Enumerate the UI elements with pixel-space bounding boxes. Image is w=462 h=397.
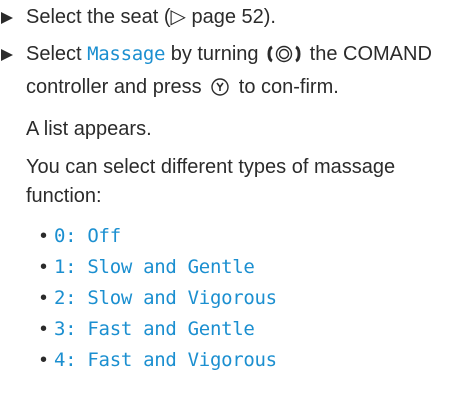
step-arrow-icon: [0, 3, 26, 32]
step2-text-select: Select: [26, 43, 88, 65]
option-label: 1: Slow and Gentle: [54, 256, 255, 278]
bullet: •: [40, 349, 47, 371]
step1-text-before: Select the seat (: [26, 6, 171, 28]
step1-text-after: ).: [263, 6, 276, 28]
bullet: •: [40, 225, 47, 247]
bullet: •: [40, 318, 47, 340]
controller-turn-icon: [266, 44, 302, 73]
option-label: 4: Fast and Vigorous: [54, 349, 277, 371]
option-fast-gentle: • 3: Fast and Gentle: [40, 314, 462, 345]
intro-text: You can select different types of massag…: [26, 156, 396, 207]
instruction-page: Select the seat (▷ page 52). Select Mass…: [0, 0, 462, 376]
massage-keyword: Massage: [87, 43, 166, 65]
step2-text-by-turning: by turning: [165, 43, 265, 65]
option-fast-vigorous: • 4: Fast and Vigorous: [40, 345, 462, 376]
option-label: 3: Fast and Gentle: [54, 318, 255, 340]
option-label: 2: Slow and Vigorous: [54, 287, 277, 309]
bullet: •: [40, 256, 47, 278]
controller-press-icon: [209, 77, 231, 106]
step-select-massage: Select Massage by turning the COMAND con…: [0, 40, 462, 106]
option-slow-gentle: • 1: Slow and Gentle: [40, 252, 462, 283]
option-slow-vigorous: • 2: Slow and Vigorous: [40, 283, 462, 314]
step2-text-confirm: to con-firm.: [233, 76, 339, 98]
option-off: • 0: Off: [40, 221, 462, 252]
page-reference: ▷ page 52: [170, 6, 264, 28]
massage-options-list: • 0: Off • 1: Slow and Gentle • 2: Slow and…: [0, 221, 462, 376]
option-label: 0: Off: [54, 225, 121, 247]
bullet: •: [40, 287, 47, 309]
step-arrow-icon: [0, 40, 26, 69]
result-text: A list appears.: [26, 118, 152, 140]
step-select-seat: Select the seat (▷ page 52).: [0, 3, 462, 32]
